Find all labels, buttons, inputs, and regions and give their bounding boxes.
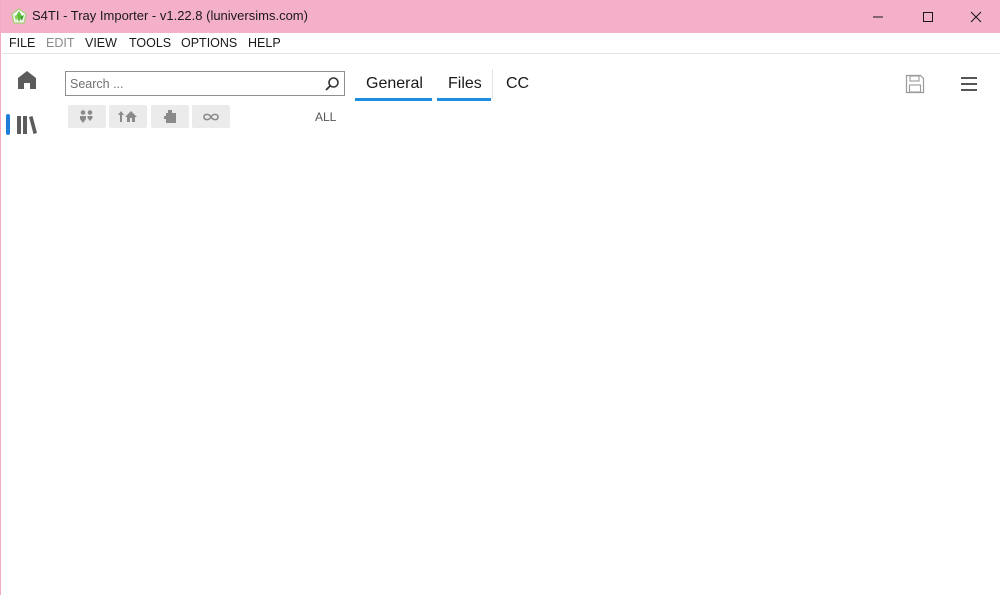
- window-title: S4TI - Tray Importer - v1.22.8 (lunivers…: [32, 8, 308, 23]
- tab-divider: [492, 69, 493, 99]
- tab-general[interactable]: General: [366, 75, 423, 93]
- close-button[interactable]: [951, 0, 1000, 33]
- search-box: [65, 71, 345, 96]
- search-icon[interactable]: [324, 76, 340, 92]
- search-input[interactable]: [70, 75, 320, 93]
- menu-edit[interactable]: EDIT: [46, 36, 74, 50]
- maximize-button[interactable]: [903, 0, 953, 33]
- filter-rooms-button[interactable]: [151, 105, 189, 128]
- tab-general-underline: [355, 98, 432, 101]
- menu-file[interactable]: FILE: [9, 36, 35, 50]
- menu-tools[interactable]: TOOLS: [129, 36, 171, 50]
- rooms-icon: [164, 109, 176, 123]
- menu-options[interactable]: OPTIONS: [181, 36, 237, 50]
- library-icon[interactable]: [15, 114, 39, 136]
- minimize-icon: [873, 16, 883, 17]
- save-icon[interactable]: [904, 73, 926, 95]
- households-icon: [80, 109, 93, 123]
- menu-view[interactable]: VIEW: [85, 36, 117, 50]
- filter-infinity-button[interactable]: [192, 105, 230, 128]
- filter-lots-button[interactable]: [109, 105, 147, 128]
- app-window: S4TI - Tray Importer - v1.22.8 (lunivers…: [0, 0, 1000, 595]
- active-nav-indicator: [6, 114, 10, 135]
- home-icon[interactable]: [16, 69, 38, 91]
- title-bar[interactable]: S4TI - Tray Importer - v1.22.8 (lunivers…: [1, 0, 1000, 33]
- menu-help[interactable]: HELP: [248, 36, 281, 50]
- tab-files-underline: [437, 98, 491, 101]
- filter-scope-label[interactable]: ALL: [315, 110, 336, 124]
- close-icon: [970, 11, 982, 22]
- filter-households-button[interactable]: [68, 105, 106, 128]
- app-logo-icon: [11, 8, 27, 24]
- minimize-button[interactable]: [853, 0, 903, 33]
- hamburger-icon[interactable]: [959, 74, 979, 94]
- lots-icon: [118, 110, 137, 122]
- infinity-icon: [203, 113, 219, 120]
- maximize-icon: [923, 11, 933, 22]
- menu-bar: FILE EDIT VIEW TOOLS OPTIONS HELP: [2, 33, 1000, 54]
- tab-cc[interactable]: CC: [506, 75, 529, 93]
- tab-files[interactable]: Files: [448, 75, 482, 93]
